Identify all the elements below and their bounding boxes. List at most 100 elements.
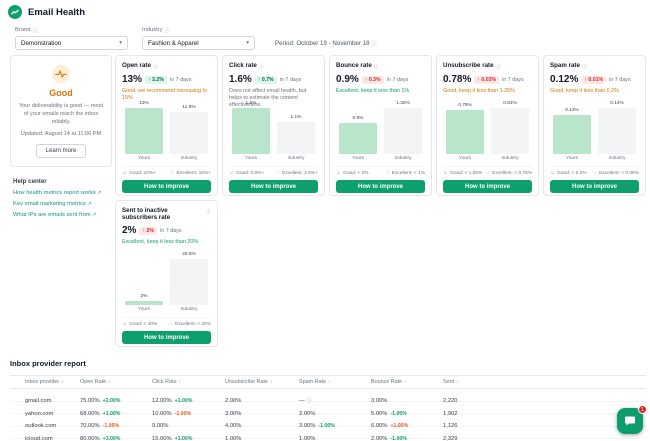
metric-cards-area: Open rate ⓘ 13% ↑ 3.2% in 7 days Good, w… [115,55,648,347]
metric-card: Open rate ⓘ 13% ↑ 3.2% in 7 days Good, w… [115,55,218,196]
industry-filter-group: Industry ⓘ Fashion & Apparel ▾ [142,26,255,50]
how-to-improve-button[interactable]: How to improve [122,180,211,193]
delta-period: in 7 days [279,76,302,83]
yours-bar-label: Yours [565,156,579,161]
industry-bar [598,108,636,154]
how-to-improve-button[interactable]: How to improve [550,180,639,193]
yours-bar-label: Yours [244,156,258,161]
status-text: Excellent, keep it less than 20% [122,239,199,246]
card-title: Open rate [122,62,151,69]
delta-period: in 7 days [609,76,631,83]
yours-bar-column: 1.6% Yours [232,101,270,161]
info-icon[interactable]: ⓘ [374,62,379,70]
industry-bar-label: Industry [394,156,412,161]
good-benchmark: ☺ Good: 10%+ [122,170,156,176]
benchmark-footer: ☺ Good: < 2% ♢ Excellent: < 1% [336,166,425,176]
metric-value: 13% [122,74,143,85]
yours-bar [446,109,484,154]
learn-more-button[interactable]: Learn more [35,144,87,159]
info-icon[interactable]: ⓘ [372,39,377,47]
industry-bar-column: 0.81% Industry [491,101,529,161]
help-link-ips[interactable]: What IPs are emails sent from ↗ [13,212,112,218]
industry-bar-column: 20.5% Industry [170,252,208,312]
brand-select[interactable]: Demonstration ▾ [15,36,128,50]
benchmark-footer: ☺ Good: 10%+ ♢ Excellent: 15%+ [122,166,211,176]
industry-bar [170,111,208,154]
how-to-improve-button[interactable]: How to improve [229,180,318,193]
table-body: gmail.com 75.00% +2.00% 12.00% +1.00% 2.00% — ⓘ… [10,389,646,441]
benchmark-footer: ☺ Good: < 1.25% ♢ Excellent: < 0.75% [443,166,532,176]
status-text: Good, keep it less than 0.2% [550,88,619,94]
good-face-icon: ☺ [122,321,128,328]
info-icon[interactable]: ⓘ [582,62,587,70]
status-title: Good [49,88,73,98]
status-updated: Updated: August 14 at 11:06 PM [20,131,102,138]
column-header-click-rate[interactable]: Click Rate ↕ [152,379,225,385]
how-to-improve-button[interactable]: How to improve [336,180,425,193]
industry-bar-value: 1.1% [290,115,302,121]
info-icon[interactable]: ⓘ [259,62,264,70]
good-face-icon: ☺ [229,170,235,176]
good-benchmark: ☺ Good: 0.8%+ [229,170,265,176]
card-title: Spam rate [550,62,580,69]
good-face-icon: ☺ [550,170,556,176]
chevron-down-icon: ▾ [119,40,122,46]
industry-bar-label: Industry [180,156,198,161]
yours-bar [339,122,377,154]
metric-card: Spam rate ⓘ 0.12% ↑ 0.01% in 7 days Good… [543,55,646,196]
info-icon[interactable]: ⓘ [165,26,170,34]
help-link-marketing-metrics[interactable]: Key email marketing metrics ↗ [13,201,112,207]
report-title: Inbox provider report [10,359,86,368]
industry-select[interactable]: Fashion & Apparel ▾ [142,36,255,50]
industry-bar-column: 1.32% Industry [384,101,422,161]
filters-bar: Brand ⓘ Demonstration ▾ Industry ⓘ Fashion … [0,19,650,50]
column-header-sent[interactable]: Sent ↕ [443,379,646,385]
delta-badge: ↑ 3.2% [145,75,167,84]
excellent-benchmark: ♢ Excellent: < 0.05% [592,170,639,176]
column-header-bounce-rate[interactable]: Bounce Rate ↕ [371,379,443,385]
good-face-icon: ☺ [336,170,342,176]
industry-bar-value: 0.81% [503,101,517,106]
yours-bar-label: Yours [458,156,472,161]
excellent-gem-icon: ♢ [592,170,598,176]
how-to-improve-button[interactable]: How to improve [443,180,532,193]
column-header-inbox-provider[interactable]: Inbox provider ↕ [25,379,80,385]
metric-value: 0.9% [336,74,359,85]
excellent-gem-icon: ♢ [169,170,175,176]
info-icon[interactable]: ⓘ [206,207,211,215]
yours-bar-column: 13% Yours [125,101,163,161]
chat-bubble-icon [625,416,635,426]
excellent-benchmark: ♢ Excellent: < 20% [168,321,211,328]
yours-bar-column: 2% Yours [125,294,163,312]
metric-card: Unsubscribe rate ⓘ 0.78% ↑ 0.03% in 7 da… [436,55,539,196]
good-benchmark: ☺ Good: < 2% [336,170,369,176]
table-header-row: Inbox provider ↕ Open Rate ↕ Click Rate ↕ U… [10,375,646,389]
comparison-bar-chart: 0.12% Yours 0.14% Industry [550,101,639,162]
help-link-health-metrics[interactable]: How health metrics report works ↗ [13,190,112,196]
good-face-icon: ☺ [122,170,128,176]
status-description: Your deliverability is good — most of yo… [18,103,104,126]
industry-bar-label: Industry [608,156,626,161]
status-text: Does not affect email health, but helps … [229,88,307,108]
main-content: Good Your deliverability is good — most … [0,50,650,347]
chat-launcher-button[interactable]: 1 [617,405,647,434]
excellent-benchmark: ♢ Excellent: 2.5%+ [275,170,318,176]
email-health-page: Email Health Brand ⓘ Demonstration ▾ Indus… [0,0,650,441]
delta-period: in 7 days [160,227,182,234]
app-header: Email Health [0,0,650,19]
column-header-unsubscribe-rate[interactable]: Unsubscribe Rate ↕ [225,379,299,385]
info-icon[interactable]: ⓘ [496,62,501,70]
delta-badge: ↑ 0.01% [581,75,607,84]
sort-icon: ↕ [61,379,64,385]
table-row: outlook.com 70.00% -1.00% 9.00% 4.00% 3.00% -1… [10,414,646,429]
external-link-icon: ↗ [97,190,102,197]
column-header-open-rate[interactable]: Open Rate ↕ [80,379,152,385]
info-icon[interactable]: ⓘ [32,26,37,34]
info-icon[interactable]: ⓘ [153,62,158,70]
industry-bar [384,108,422,154]
yours-bar-label: Yours [351,156,365,161]
column-header-spam-rate[interactable]: Spam Rate ↕ [299,379,371,385]
industry-bar-column: 1.1% Industry [277,115,315,161]
how-to-improve-button[interactable]: How to improve [122,331,211,345]
metric-card: Click rate ⓘ 1.6% ↑ 0.7% in 7 days Does … [222,55,325,196]
